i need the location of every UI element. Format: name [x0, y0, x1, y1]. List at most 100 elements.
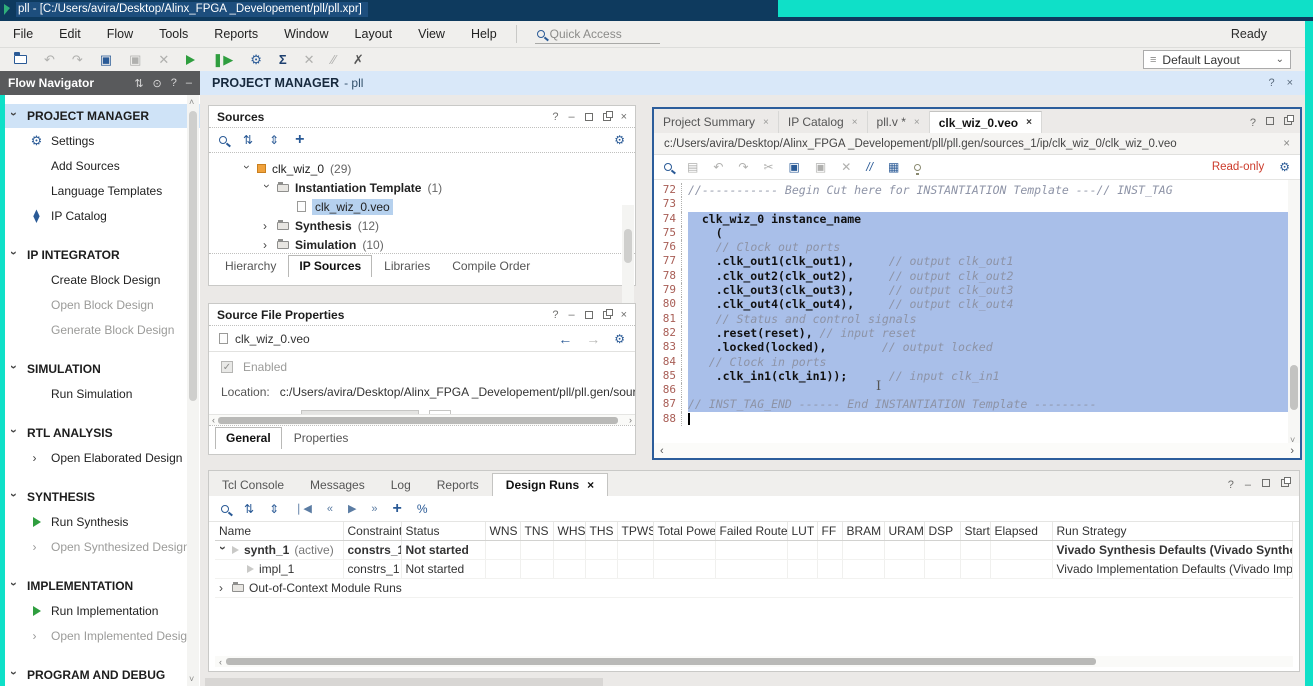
flownav-section-project-manager[interactable]: › PROJECT MANAGER: [0, 104, 200, 128]
scroll-right-icon[interactable]: ›: [626, 415, 635, 425]
col-name[interactable]: Name: [215, 522, 343, 541]
clean-icon[interactable]: ✗: [353, 53, 364, 66]
undo-icon[interactable]: ↶: [713, 160, 723, 174]
chevron-down-icon[interactable]: ›: [240, 165, 254, 173]
scrollbar-thumb[interactable]: [189, 111, 197, 401]
col-status[interactable]: Status: [401, 522, 485, 541]
tab-design-runs[interactable]: Design Runs ×: [492, 473, 608, 496]
maximize-icon[interactable]: [1266, 117, 1274, 125]
flownav-item-open-implemented-design[interactable]: › Open Implemented Design: [0, 623, 200, 648]
quick-access-search[interactable]: Quick Access: [535, 25, 660, 44]
tab-libraries[interactable]: Libraries: [374, 256, 440, 277]
lightbulb-icon[interactable]: [914, 164, 921, 171]
tree-row-synthesis[interactable]: › Synthesis (12): [209, 216, 635, 235]
float-icon[interactable]: [1281, 479, 1289, 487]
tab-messages[interactable]: Messages: [297, 473, 378, 496]
tab-reports[interactable]: Reports: [424, 473, 492, 496]
tab-pll-v[interactable]: pll.v * ×: [868, 111, 930, 133]
cut-icon[interactable]: ✂: [763, 160, 773, 174]
skip-to-start-icon[interactable]: ❘◀: [294, 502, 312, 515]
redo-icon[interactable]: ↷: [72, 53, 83, 66]
undo-icon[interactable]: ↶: [44, 53, 55, 66]
close-icon[interactable]: ×: [763, 117, 769, 128]
flownav-item-open-elaborated-design[interactable]: › Open Elaborated Design: [0, 445, 200, 470]
gear-icon[interactable]: ⚙: [1279, 160, 1290, 174]
float-icon[interactable]: [1284, 117, 1292, 125]
search-icon[interactable]: [221, 505, 229, 513]
collapse-all-icon[interactable]: ⇅: [243, 133, 253, 147]
flownav-item-open-synthesized-design[interactable]: › Open Synthesized Design: [0, 534, 200, 559]
comment-slash-icon[interactable]: ⁄⁄: [332, 53, 336, 66]
percent-icon[interactable]: %: [417, 502, 428, 516]
search-icon[interactable]: [219, 136, 227, 144]
indent-icon[interactable]: ▦: [888, 160, 899, 174]
help-icon[interactable]: ?: [171, 77, 177, 90]
flownav-item-create-block-design[interactable]: Create Block Design: [0, 267, 200, 292]
tab-ip-sources[interactable]: IP Sources: [288, 255, 372, 277]
type-dropdown[interactable]: [301, 410, 419, 414]
tab-compile-order[interactable]: Compile Order: [442, 256, 540, 277]
copy-icon[interactable]: ▣: [100, 53, 112, 66]
flow-navigator-scrollbar[interactable]: ˄ ˅: [187, 95, 199, 686]
flownav-item-add-sources[interactable]: Add Sources: [0, 153, 200, 178]
paste-icon[interactable]: ▣: [815, 160, 826, 174]
flownav-item-run-implementation[interactable]: Run Implementation: [0, 598, 200, 623]
close-icon[interactable]: ×: [914, 117, 920, 128]
scroll-right-icon[interactable]: ›: [1290, 445, 1294, 457]
expand-all-icon[interactable]: ⇕: [269, 502, 279, 516]
float-icon[interactable]: [603, 311, 611, 319]
forward-arrow-icon[interactable]: →: [586, 331, 600, 347]
run-icon[interactable]: ▶: [348, 502, 356, 515]
collapse-all-icon[interactable]: ⇅: [244, 502, 254, 516]
flownav-item-open-block-design[interactable]: Open Block Design: [0, 292, 200, 317]
close-icon[interactable]: ×: [1283, 138, 1290, 150]
back-arrow-icon[interactable]: ←: [558, 331, 572, 347]
toggle-comment-icon[interactable]: //: [866, 160, 873, 174]
col-tns[interactable]: TNS: [520, 522, 553, 541]
col-total-power[interactable]: Total Power: [653, 522, 715, 541]
chevron-down-icon[interactable]: ›: [216, 546, 230, 554]
help-icon[interactable]: ?: [552, 309, 558, 321]
col-bram[interactable]: BRAM: [842, 522, 884, 541]
float-icon[interactable]: [603, 113, 611, 121]
col-wns[interactable]: WNS: [485, 522, 520, 541]
col-ths[interactable]: THS: [585, 522, 617, 541]
tab-hierarchy[interactable]: Hierarchy: [215, 256, 286, 277]
flownav-section-program-and-debug[interactable]: › PROGRAM AND DEBUG: [0, 663, 200, 686]
find-icon[interactable]: [664, 163, 672, 171]
help-icon[interactable]: ?: [1250, 117, 1256, 129]
scrollbar-thumb[interactable]: [218, 417, 618, 424]
step-icon[interactable]: ❚▶: [212, 53, 233, 66]
sources-scrollbar[interactable]: [622, 205, 634, 309]
flownav-item-run-synthesis[interactable]: Run Synthesis: [0, 509, 200, 534]
help-icon[interactable]: ?: [1228, 479, 1234, 491]
open-folder-icon[interactable]: [14, 55, 27, 64]
table-row-impl-1[interactable]: impl_1 constrs_1 Not started Vivado Impl…: [215, 560, 1293, 579]
cancel-icon[interactable]: ✕: [304, 53, 315, 66]
scroll-left-icon[interactable]: ‹: [215, 657, 226, 667]
maximize-icon[interactable]: [585, 113, 593, 121]
design-runs-horizontal-scrollbar[interactable]: ‹: [215, 656, 1293, 667]
expand-all-icon[interactable]: ⇕: [269, 133, 279, 147]
tab-ip-catalog[interactable]: IP Catalog ×: [779, 111, 868, 133]
col-lut[interactable]: LUT: [787, 522, 817, 541]
tree-row-clk-wiz-0[interactable]: › clk_wiz_0 (29): [209, 159, 635, 178]
minimize-icon[interactable]: ‒: [186, 77, 192, 90]
scroll-left-icon[interactable]: ‹: [209, 415, 218, 425]
menu-window[interactable]: Window: [271, 27, 341, 41]
table-row-synth-1[interactable]: › synth_1 (active) constrs_1 Not started…: [215, 541, 1293, 560]
paste-icon[interactable]: ▣: [129, 53, 141, 66]
scrollbar-thumb[interactable]: [1290, 365, 1298, 410]
add-sources-icon[interactable]: +: [295, 134, 304, 146]
collapse-all-icon[interactable]: ⇅: [134, 77, 143, 90]
layout-selector[interactable]: ≡ Default Layout ⌄: [1143, 50, 1291, 69]
col-start[interactable]: Start: [960, 522, 990, 541]
chevron-right-icon[interactable]: ›: [263, 219, 271, 233]
editor-horizontal-scrollbar[interactable]: ‹ ›: [654, 443, 1300, 458]
col-dsp[interactable]: DSP: [924, 522, 960, 541]
col-run-strategy[interactable]: Run Strategy: [1052, 522, 1293, 541]
copy-icon[interactable]: ▣: [789, 160, 800, 174]
step-forward-icon[interactable]: »: [371, 503, 377, 515]
help-icon[interactable]: ?: [552, 111, 558, 123]
close-icon[interactable]: ×: [621, 309, 627, 321]
